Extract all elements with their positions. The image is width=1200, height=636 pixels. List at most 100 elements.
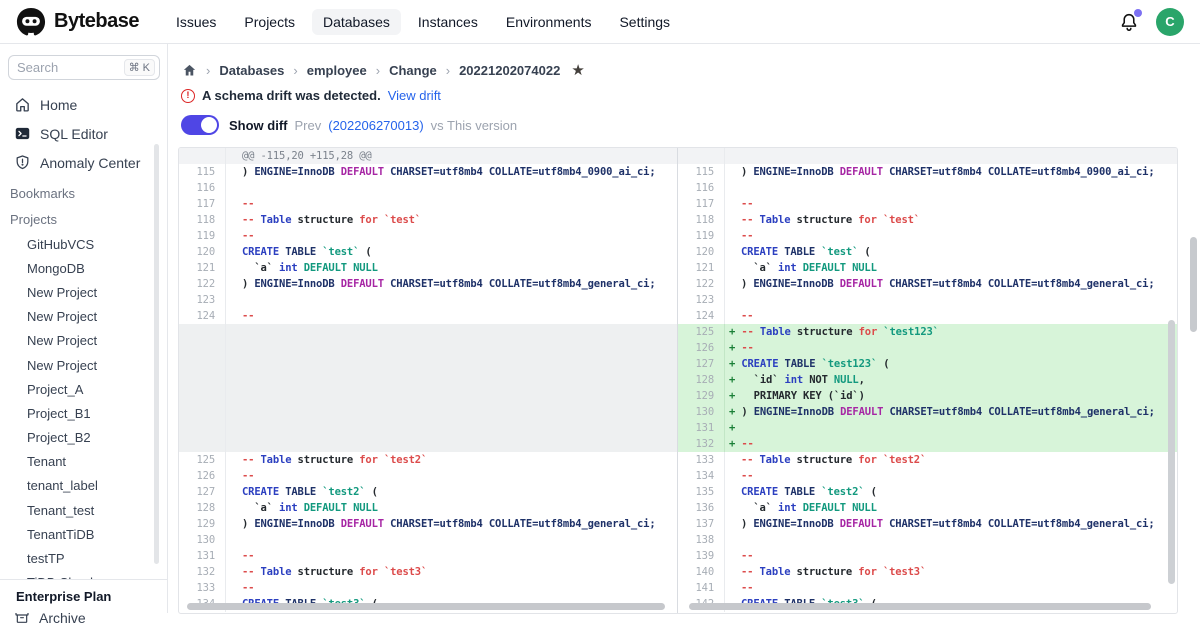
line-number: 131 [678, 420, 725, 436]
diff-line-right-header [678, 148, 1177, 164]
diff-vertical-scrollbar[interactable] [1168, 320, 1175, 584]
project-item[interactable]: GitHubVCS [0, 232, 167, 256]
diff-line-right-121: 121 `a` int DEFAULT NULL [678, 260, 1177, 276]
line-number: 128 [678, 372, 725, 388]
diff-line-right-117: 117-- [678, 196, 1177, 212]
project-item[interactable]: Tenant [0, 450, 167, 474]
breadcrumb-separator: › [376, 63, 380, 78]
project-item[interactable]: New Project [0, 353, 167, 377]
bell-icon [1118, 20, 1140, 37]
diff-line-right-135: 135CREATE TABLE `test2` ( [678, 484, 1177, 500]
line-number: 115 [678, 164, 725, 180]
line-number [179, 324, 226, 452]
line-number: 141 [678, 580, 725, 596]
sidebar-scrollbar[interactable] [154, 144, 159, 564]
diff-line-right-134: 134-- [678, 468, 1177, 484]
line-number: 132 [179, 564, 226, 580]
keyboard-shortcut-badge: ⌘ K [124, 59, 155, 76]
line-number: 131 [179, 548, 226, 564]
project-item[interactable]: New Project [0, 305, 167, 329]
line-number: 116 [179, 180, 226, 196]
line-number [678, 148, 725, 164]
project-item[interactable]: MongoDB [0, 256, 167, 280]
line-number: 121 [179, 260, 226, 276]
home-icon[interactable] [182, 63, 197, 78]
project-item[interactable]: Project_B2 [0, 426, 167, 450]
horizontal-scrollbar-right[interactable] [689, 603, 1151, 610]
diff-line-right-128: 128+ `id` int NOT NULL, [678, 372, 1177, 388]
line-number: 117 [678, 196, 725, 212]
brand[interactable]: Bytebase [16, 7, 139, 37]
breadcrumb-item-employee[interactable]: employee [307, 63, 367, 78]
diff-line-left-122: 122) ENGINE=InnoDB DEFAULT CHARSET=utf8m… [179, 276, 677, 292]
line-number: 139 [678, 548, 725, 564]
project-item[interactable]: tenant_label [0, 474, 167, 498]
plan-badge: Enterprise Plan [0, 579, 167, 613]
horizontal-scrollbar-left[interactable] [187, 603, 665, 610]
diff-viewer: @@ -115,20 +115,28 @@115) ENGINE=InnoDB … [178, 147, 1178, 614]
line-number: 133 [678, 452, 725, 468]
project-item[interactable]: Project_B1 [0, 401, 167, 425]
breadcrumb: ›Databases›employee›Change›2022120207402… [168, 44, 1200, 79]
breadcrumb-item-20221202074022[interactable]: 20221202074022 [459, 63, 560, 78]
project-item[interactable]: New Project [0, 329, 167, 353]
project-item[interactable]: Project_A [0, 377, 167, 401]
nav-item-issues[interactable]: Issues [165, 9, 227, 35]
diff-line-right-136: 136 `a` int DEFAULT NULL [678, 500, 1177, 516]
line-number: 121 [678, 260, 725, 276]
nav-item-projects[interactable]: Projects [233, 9, 306, 35]
top-nav: Bytebase IssuesProjectsDatabasesInstance… [0, 0, 1200, 44]
schema-drift-alert: ! A schema drift was detected. View drif… [168, 79, 1200, 103]
sidebar-item-label: SQL Editor [40, 126, 108, 142]
project-item[interactable]: New Project [0, 280, 167, 304]
sidebar: ⌘ K Home SQL Editor Anomaly Center Bookmar… [0, 44, 168, 613]
bookmark-star-icon[interactable]: ★ [571, 61, 584, 79]
line-number: 130 [179, 532, 226, 548]
breadcrumb-separator: › [293, 63, 297, 78]
breadcrumb-separator: › [206, 63, 210, 78]
sidebar-item-anomaly-center[interactable]: Anomaly Center [0, 148, 167, 177]
page-scrollbar[interactable] [1190, 237, 1197, 332]
notification-button[interactable] [1118, 11, 1140, 33]
view-drift-link[interactable]: View drift [388, 88, 441, 103]
diff-line-right-140: 140-- Table structure for `test3` [678, 564, 1177, 580]
line-number: 134 [678, 468, 725, 484]
breadcrumb-item-databases[interactable]: Databases [219, 63, 284, 78]
line-number: 123 [678, 292, 725, 308]
sidebar-section-projects: Projects [0, 203, 167, 229]
nav-item-environments[interactable]: Environments [495, 9, 603, 35]
sidebar-item-sql-editor[interactable]: SQL Editor [0, 119, 167, 148]
line-number: 135 [678, 484, 725, 500]
line-number: 132 [678, 436, 725, 452]
line-number: 129 [179, 516, 226, 532]
diff-line-left-129: 129) ENGINE=InnoDB DEFAULT CHARSET=utf8m… [179, 516, 677, 532]
user-avatar[interactable]: C [1156, 8, 1184, 36]
sidebar-item-home[interactable]: Home [0, 90, 167, 119]
line-number: 122 [179, 276, 226, 292]
project-item[interactable]: Tenant_test [0, 498, 167, 522]
diff-line-right-118: 118-- Table structure for `test` [678, 212, 1177, 228]
prev-version-link[interactable]: (202206270013) [328, 118, 423, 133]
diff-line-right-126: 126+ -- [678, 340, 1177, 356]
line-number: 116 [678, 180, 725, 196]
diff-line-right-141: 141-- [678, 580, 1177, 596]
line-number: 137 [678, 516, 725, 532]
sidebar-section-bookmarks: Bookmarks [0, 177, 167, 203]
nav-item-instances[interactable]: Instances [407, 9, 489, 35]
bytebase-logo [16, 7, 46, 37]
breadcrumb-item-change[interactable]: Change [389, 63, 437, 78]
show-diff-toggle[interactable] [181, 115, 219, 135]
line-number: 118 [179, 212, 226, 228]
diff-line-right-119: 119-- [678, 228, 1177, 244]
diff-line-left-119: 119-- [179, 228, 677, 244]
project-item[interactable]: testTP [0, 546, 167, 570]
line-number: 129 [678, 388, 725, 404]
diff-line-right-125: 125+ -- Table structure for `test123` [678, 324, 1177, 340]
line-number: 127 [678, 356, 725, 372]
line-number: 122 [678, 276, 725, 292]
diff-toolbar: Show diff Prev (202206270013) vs This ve… [168, 103, 1200, 135]
toggle-knob [201, 117, 217, 133]
nav-item-settings[interactable]: Settings [608, 9, 681, 35]
project-item[interactable]: TenantTiDB [0, 522, 167, 546]
nav-item-databases[interactable]: Databases [312, 9, 401, 35]
